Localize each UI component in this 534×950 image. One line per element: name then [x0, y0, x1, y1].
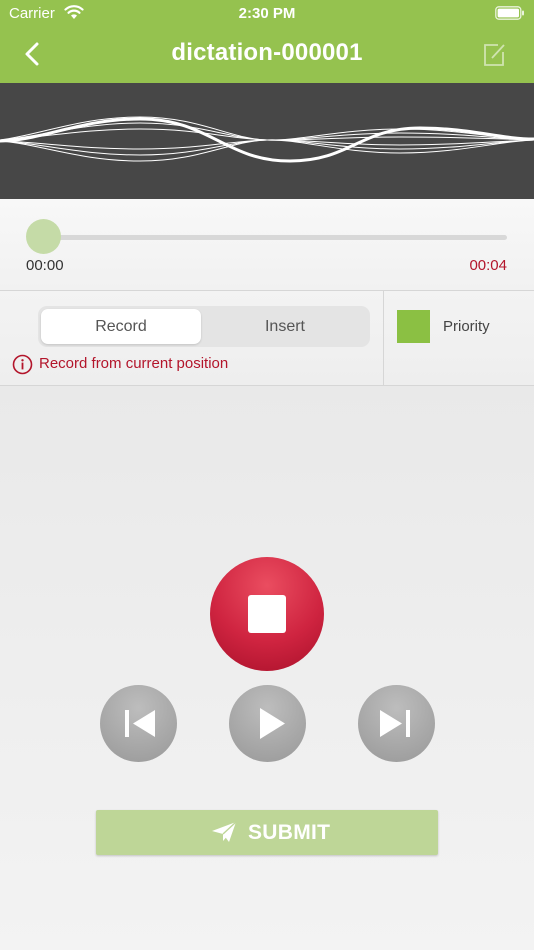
status-time: 2:30 PM [238, 5, 296, 22]
skip-forward-button[interactable] [358, 685, 435, 762]
status-bar: Carrier 2:30 PM [0, 0, 534, 28]
record-stop-button[interactable] [210, 557, 324, 671]
mode-segmented-control: Record Insert [38, 306, 370, 347]
progress-thumb[interactable] [26, 219, 61, 254]
panel-divider [383, 291, 384, 385]
battery-icon [495, 6, 524, 20]
top-bar: Carrier 2:30 PM dictation-000001 [0, 0, 534, 83]
compose-icon [484, 44, 505, 66]
progress-track[interactable] [28, 235, 507, 240]
submit-button[interactable]: SUBMIT [96, 810, 438, 855]
total-time: 00:04 [469, 257, 507, 274]
mode-insert-tab[interactable]: Insert [205, 309, 365, 344]
priority-label: Priority [443, 318, 490, 335]
play-button[interactable] [229, 685, 306, 762]
mode-hint-text: Record from current position [39, 355, 229, 372]
priority-toggle[interactable] [397, 310, 430, 343]
paper-plane-icon [212, 821, 237, 842]
play-icon [260, 708, 285, 739]
mode-panel: Record Insert Record from current positi… [0, 291, 534, 386]
submit-label: SUBMIT [248, 821, 331, 844]
skip-forward-icon [380, 710, 410, 737]
stop-icon [248, 595, 286, 633]
waveform-graphic [0, 116, 534, 163]
edit-button[interactable] [482, 42, 508, 68]
skip-back-icon [125, 710, 155, 737]
skip-back-button[interactable] [100, 685, 177, 762]
mode-record-tab[interactable]: Record [41, 309, 201, 344]
current-time: 00:00 [26, 257, 64, 274]
page-title: dictation-000001 [171, 39, 363, 66]
controls-area: SUBMIT [0, 386, 534, 950]
info-icon [12, 354, 33, 375]
playback-scrubber: 00:00 00:04 [0, 199, 534, 291]
waveform-display [0, 83, 534, 199]
